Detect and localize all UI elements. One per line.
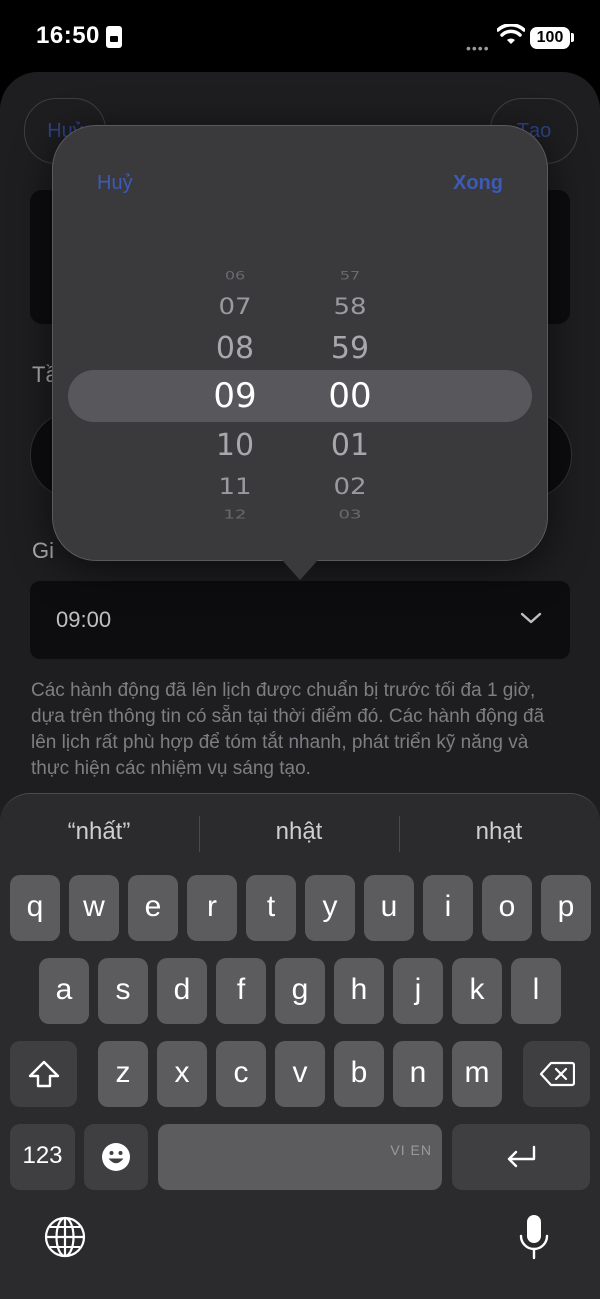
numbers-key[interactable]: 123	[10, 1124, 75, 1190]
minute-option[interactable]: 01	[310, 428, 390, 463]
status-time: 16:50	[36, 22, 100, 49]
key-t[interactable]: t	[246, 875, 296, 941]
key-y[interactable]: y	[305, 875, 355, 941]
hour-option[interactable]: 08	[195, 331, 275, 366]
sim-card-icon	[106, 26, 122, 48]
key-e[interactable]: e	[128, 875, 178, 941]
emoji-key[interactable]	[84, 1124, 148, 1190]
picker-cancel-button[interactable]: Huỷ	[97, 172, 133, 195]
space-bar[interactable]: VI EN	[158, 1124, 442, 1190]
key-v[interactable]: v	[275, 1041, 325, 1107]
space-bar-language-label: VI EN	[390, 1142, 432, 1158]
battery-indicator: 100	[530, 27, 570, 49]
return-key[interactable]	[452, 1124, 590, 1190]
shift-key[interactable]	[10, 1041, 77, 1107]
suggestion-3[interactable]: nhạt	[400, 818, 598, 846]
key-r[interactable]: r	[187, 875, 237, 941]
key-u[interactable]: u	[364, 875, 414, 941]
key-f[interactable]: f	[216, 958, 266, 1024]
key-m[interactable]: m	[452, 1041, 502, 1107]
key-w[interactable]: w	[69, 875, 119, 941]
hour-option[interactable]: 07	[195, 294, 275, 320]
key-z[interactable]: z	[98, 1041, 148, 1107]
key-b[interactable]: b	[334, 1041, 384, 1107]
key-i[interactable]: i	[423, 875, 473, 941]
key-s[interactable]: s	[98, 958, 148, 1024]
key-o[interactable]: o	[482, 875, 532, 941]
time-picker-popover: Huỷ Xong 06 07 08 09 10 11 12 57 58 59 0…	[52, 125, 548, 561]
minute-option[interactable]: 58	[310, 294, 390, 320]
key-c[interactable]: c	[216, 1041, 266, 1107]
key-j[interactable]: j	[393, 958, 443, 1024]
key-d[interactable]: d	[157, 958, 207, 1024]
key-g[interactable]: g	[275, 958, 325, 1024]
suggestion-2[interactable]: nhật	[200, 818, 398, 846]
dictation-key[interactable]	[516, 1212, 552, 1262]
suggestion-1[interactable]: “nhất”	[0, 818, 198, 846]
microphone-icon	[519, 1215, 549, 1260]
keyboard: “nhất” nhật nhạt q w e r t y u i o p a s…	[0, 793, 600, 1299]
battery-tip	[571, 33, 574, 42]
minute-option-selected[interactable]: 00	[310, 376, 390, 416]
key-q[interactable]: q	[10, 875, 60, 941]
hour-option[interactable]: 06	[195, 269, 275, 282]
wifi-icon	[497, 24, 525, 44]
minute-option[interactable]: 03	[310, 507, 390, 522]
globe-key[interactable]	[42, 1214, 88, 1260]
cellular-signal-icon: ••••	[466, 40, 490, 56]
shift-icon	[28, 1060, 59, 1088]
picker-done-button[interactable]: Xong	[453, 172, 503, 195]
key-a[interactable]: a	[39, 958, 89, 1024]
key-n[interactable]: n	[393, 1041, 443, 1107]
hour-option-selected[interactable]: 09	[195, 376, 275, 416]
status-bar: 16:50 •••• 100	[0, 0, 600, 72]
key-k[interactable]: k	[452, 958, 502, 1024]
backspace-icon	[539, 1061, 575, 1087]
key-p[interactable]: p	[541, 875, 591, 941]
hour-option[interactable]: 10	[195, 428, 275, 463]
minute-option[interactable]: 02	[310, 474, 390, 500]
key-h[interactable]: h	[334, 958, 384, 1024]
picker-selection-highlight	[68, 370, 532, 422]
minute-option[interactable]: 59	[310, 331, 390, 366]
key-x[interactable]: x	[157, 1041, 207, 1107]
backspace-key[interactable]	[523, 1041, 590, 1107]
key-l[interactable]: l	[511, 958, 561, 1024]
minute-option[interactable]: 57	[310, 269, 390, 282]
emoji-icon	[102, 1143, 130, 1171]
return-icon	[507, 1145, 536, 1168]
popover-arrow	[282, 560, 318, 580]
hour-option[interactable]: 11	[195, 474, 275, 500]
globe-icon	[44, 1216, 86, 1258]
hour-option[interactable]: 12	[195, 507, 275, 522]
